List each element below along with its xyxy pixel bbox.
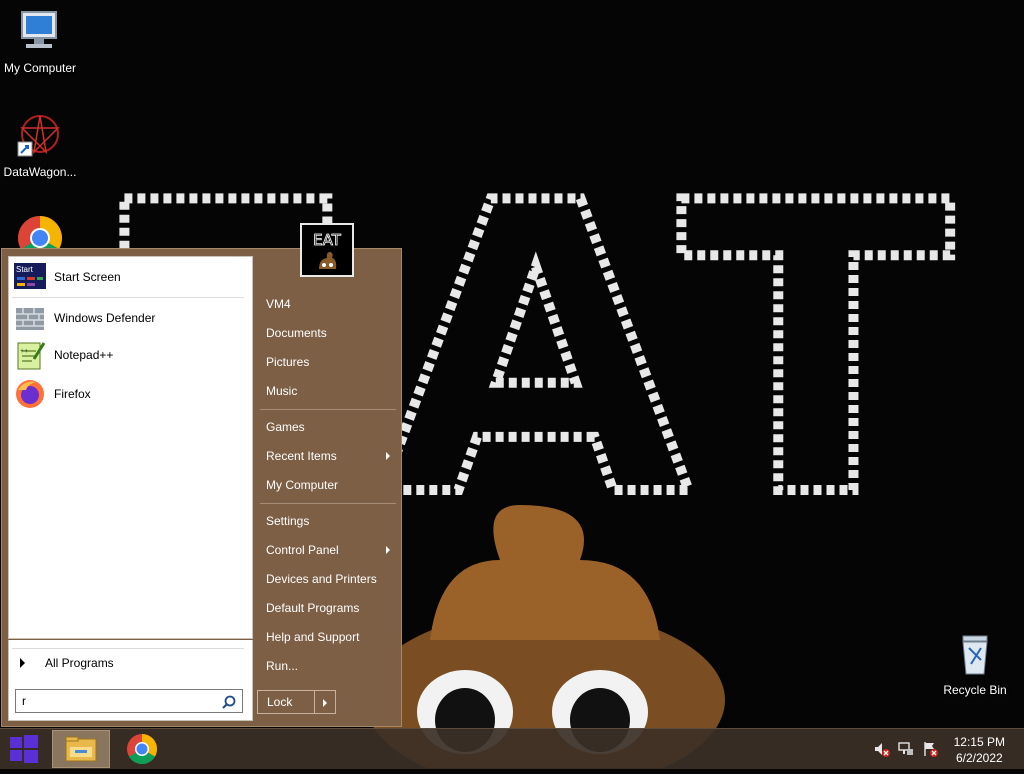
clock-time: 12:15 PM bbox=[953, 735, 1005, 749]
pinned-item-label: Start Screen bbox=[54, 270, 121, 284]
pinned-item-label: Notepad++ bbox=[54, 348, 114, 362]
svg-text:Start: Start bbox=[16, 265, 34, 274]
action-center-icon[interactable] bbox=[922, 741, 938, 757]
power-button-group: Lock bbox=[257, 690, 336, 714]
pinned-item-label: Firefox bbox=[54, 387, 91, 401]
windows-defender-icon bbox=[16, 308, 44, 330]
menu-item-pictures[interactable]: Pictures bbox=[258, 349, 398, 375]
all-programs-label: All Programs bbox=[45, 656, 114, 670]
lock-button[interactable]: Lock bbox=[257, 690, 315, 714]
start-search-box[interactable] bbox=[15, 689, 243, 713]
submenu-arrow-icon bbox=[386, 452, 390, 460]
menu-item-documents[interactable]: Documents bbox=[258, 320, 398, 346]
pinned-separator bbox=[12, 297, 244, 298]
power-options-button[interactable] bbox=[314, 690, 336, 714]
menu-item-music[interactable]: Music bbox=[258, 378, 398, 404]
menu-item-default-programs[interactable]: Default Programs bbox=[258, 595, 398, 621]
taskbar-clock[interactable]: 12:15 PM 6/2/2022 bbox=[954, 734, 1005, 766]
user-account-picture[interactable]: EAT bbox=[300, 223, 354, 277]
svg-text:EAT: EAT bbox=[313, 231, 342, 249]
menu-item-settings[interactable]: Settings bbox=[258, 508, 398, 534]
pinned-item-notepad-plus-plus[interactable]: ++ Notepad++ bbox=[10, 337, 250, 373]
computer-icon bbox=[21, 11, 57, 48]
menu-item-devices-and-printers[interactable]: Devices and Printers bbox=[258, 566, 398, 592]
start-button[interactable] bbox=[0, 729, 48, 769]
all-programs-separator bbox=[12, 648, 244, 649]
search-input[interactable] bbox=[18, 692, 226, 710]
windows-logo-icon bbox=[10, 735, 38, 763]
menu-separator bbox=[260, 503, 396, 504]
taskbar-chrome-button[interactable] bbox=[113, 730, 171, 768]
menu-item-help-and-support[interactable]: Help and Support bbox=[258, 624, 398, 650]
chevron-right-icon bbox=[323, 699, 327, 707]
taskbar-file-explorer-button[interactable] bbox=[52, 730, 110, 768]
desktop-icon-label: Recycle Bin bbox=[943, 683, 1007, 697]
all-programs-button[interactable]: All Programs bbox=[10, 652, 250, 674]
user-picture-image: EAT bbox=[313, 231, 342, 269]
pinned-item-windows-defender[interactable]: Windows Defender bbox=[10, 300, 250, 336]
pinned-item-label: Windows Defender bbox=[54, 311, 156, 325]
network-icon[interactable] bbox=[898, 741, 914, 757]
menu-separator bbox=[260, 409, 396, 410]
volume-muted-icon[interactable] bbox=[874, 741, 890, 757]
desktop-icon-label: My Computer bbox=[3, 61, 77, 75]
pinned-item-start-screen[interactable]: Start Start Screen bbox=[10, 259, 250, 295]
svg-text:++: ++ bbox=[20, 348, 28, 355]
menu-item-run[interactable]: Run... bbox=[258, 653, 398, 679]
pinned-item-firefox[interactable]: Firefox bbox=[10, 376, 250, 412]
menu-item-control-panel[interactable]: Control Panel bbox=[258, 537, 398, 563]
datawagon-icon bbox=[17, 115, 60, 157]
taskbar: 12:15 PM 6/2/2022 bbox=[0, 728, 1024, 769]
firefox-icon bbox=[16, 380, 44, 408]
notepad-plus-plus-icon: ++ bbox=[17, 342, 46, 370]
chrome-icon bbox=[127, 734, 158, 765]
menu-item-recent-items[interactable]: Recent Items bbox=[258, 443, 398, 469]
search-icon[interactable] bbox=[221, 694, 237, 710]
recycle-bin-icon bbox=[962, 635, 988, 675]
desktop-icon-label: DataWagon... bbox=[3, 165, 77, 179]
desktop-icon-datawagon[interactable]: DataWagon... bbox=[0, 112, 80, 179]
menu-item-my-computer[interactable]: My Computer bbox=[258, 472, 398, 498]
desktop-icon-my-computer[interactable]: My Computer bbox=[0, 8, 80, 75]
start-screen-icon: Start bbox=[14, 263, 46, 289]
menu-item-vm4[interactable]: VM4 bbox=[258, 291, 398, 317]
menu-item-games[interactable]: Games bbox=[258, 414, 398, 440]
file-explorer-icon bbox=[65, 736, 97, 762]
clock-date: 6/2/2022 bbox=[955, 751, 1003, 765]
desktop-icon-recycle-bin[interactable]: Recycle Bin bbox=[935, 630, 1015, 697]
chevron-right-icon bbox=[20, 658, 25, 668]
submenu-arrow-icon bbox=[386, 546, 390, 554]
